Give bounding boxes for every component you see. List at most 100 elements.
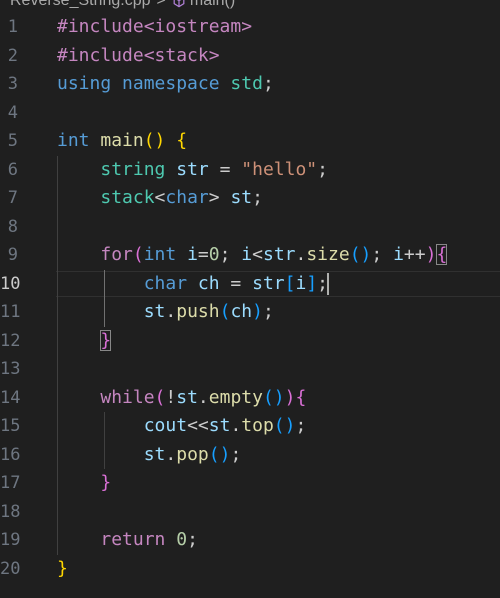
code-token: } xyxy=(100,472,112,493)
code-line[interactable]: 19 return 0; xyxy=(0,526,500,555)
code-text: for(int i=0; i<str.size(); i++){ xyxy=(57,241,448,270)
code-text: char ch = str[i]; xyxy=(57,270,329,299)
code-token: return xyxy=(100,529,166,550)
line-number: 5 xyxy=(7,131,18,151)
code-token: str xyxy=(262,244,296,265)
code-line[interactable]: 11 st.push(ch); xyxy=(0,298,500,327)
code-token: { xyxy=(176,130,188,151)
code-token: [ xyxy=(284,272,296,294)
code-token: "hello" xyxy=(241,158,318,180)
indent-guide xyxy=(57,355,58,384)
code-token: = xyxy=(197,244,209,265)
code-token: stack xyxy=(100,187,155,208)
code-token: push xyxy=(176,301,220,322)
line-number: 1 xyxy=(7,17,18,37)
code-token: i xyxy=(241,244,253,265)
line-number: 13 xyxy=(0,359,21,379)
line-number: 20 xyxy=(0,558,21,579)
line-number: 17 xyxy=(0,473,21,493)
code-line[interactable]: 6 string str = "hello"; xyxy=(0,155,500,184)
code-text: cout<<st.top(); xyxy=(57,412,307,441)
code-text: st.pop(); xyxy=(57,441,242,470)
code-token: st xyxy=(143,443,166,465)
code-line[interactable]: 8 xyxy=(0,212,500,241)
code-token: . xyxy=(230,415,242,436)
line-number: 3 xyxy=(7,74,18,94)
code-text: using namespace std; xyxy=(57,70,274,99)
code-token: { xyxy=(295,386,307,408)
code-line[interactable]: 17 } xyxy=(0,469,500,498)
code-token: . xyxy=(197,386,209,408)
code-token: () xyxy=(349,244,372,265)
code-token: st xyxy=(176,386,198,408)
code-text: stack<char> st; xyxy=(57,184,263,213)
code-line[interactable]: 15 cout<<st.top(); xyxy=(0,412,500,441)
code-line[interactable]: 3 using namespace std; xyxy=(0,70,500,99)
code-line[interactable]: 16 st.pop(); xyxy=(0,440,500,470)
line-number: 9 xyxy=(7,245,18,265)
code-token: ( xyxy=(132,244,144,265)
line-number: 15 xyxy=(0,416,21,436)
indent-guide xyxy=(57,497,58,526)
code-token: size xyxy=(306,244,350,265)
method-symbol-icon xyxy=(173,0,185,8)
code-token: st xyxy=(208,415,231,436)
code-line[interactable]: 9 for(int i=0; i<str.size(); i++){ xyxy=(0,241,500,270)
code-token: namespace xyxy=(122,73,220,94)
code-text: } xyxy=(57,555,68,584)
code-token: . xyxy=(165,443,177,465)
code-line[interactable]: 2 #include<stack> xyxy=(0,42,500,71)
code-token: int xyxy=(57,130,90,151)
code-token: string xyxy=(100,158,166,180)
code-token: ch xyxy=(230,301,253,322)
code-token: 0 xyxy=(208,244,220,265)
code-line[interactable]: 4 xyxy=(0,99,500,128)
line-number: 11 xyxy=(0,302,21,322)
code-token: top xyxy=(241,415,274,436)
text-cursor xyxy=(327,272,329,295)
code-token: = xyxy=(219,272,253,294)
code-token: () xyxy=(262,386,285,408)
code-line[interactable]: 14 while(!st.empty()){ xyxy=(0,383,500,413)
line-number: 2 xyxy=(7,45,18,66)
code-token: = xyxy=(208,158,242,180)
code-token: ; xyxy=(262,301,274,322)
code-line[interactable]: 1 #include<iostream> xyxy=(0,13,500,42)
breadcrumb-symbol[interactable]: main() xyxy=(190,0,235,11)
code-text: while(!st.empty()){ xyxy=(57,384,306,413)
code-token: } xyxy=(57,557,68,579)
code-line[interactable]: 10 char ch = str[i]; xyxy=(0,269,500,299)
code-line[interactable]: 20} xyxy=(0,555,500,584)
code-token: main xyxy=(100,130,144,151)
code-token: ch xyxy=(197,272,220,294)
code-token: i xyxy=(295,272,307,294)
code-text: int main() { xyxy=(57,127,187,156)
breadcrumb-file[interactable]: Reverse_String.cpp xyxy=(10,0,151,11)
code-line[interactable]: 13 xyxy=(0,355,500,384)
code-token: std xyxy=(230,73,263,94)
code-editor[interactable]: 1 #include<iostream> 2 #include<stack> 3 usin… xyxy=(0,13,500,583)
code-token: for xyxy=(100,244,133,265)
code-token: str xyxy=(176,158,209,180)
code-line[interactable]: 7 stack<char> st; xyxy=(0,184,500,213)
code-token: ( xyxy=(219,301,231,322)
code-token: { xyxy=(436,244,448,265)
code-token: . xyxy=(295,244,307,265)
code-line[interactable]: 12 } xyxy=(0,326,500,355)
code-token: st xyxy=(230,187,253,208)
code-line[interactable]: 18 xyxy=(0,497,500,526)
line-number: 16 xyxy=(0,444,21,465)
code-line[interactable]: 5 int main() { xyxy=(0,127,500,156)
code-token: i xyxy=(393,244,404,265)
code-token: empty xyxy=(208,386,263,408)
